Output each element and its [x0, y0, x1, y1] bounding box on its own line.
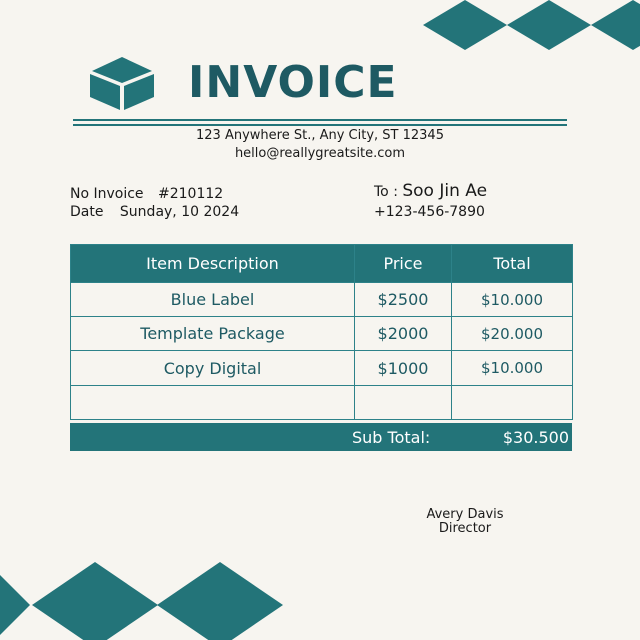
diamond-top-1 [423, 0, 507, 50]
recipient-name: Soo Jin Ae [402, 181, 488, 201]
table-row: Template Package $2000 $20.000 [70, 316, 573, 351]
signatory-title: Director [438, 521, 492, 536]
recipient-to-label: To : [374, 184, 398, 200]
table-row: Copy Digital $1000 $10.000 [70, 350, 573, 386]
diamond-bottom-1 [0, 575, 30, 635]
invoice-date-row: Date Sunday, 10 2024 [70, 203, 239, 221]
item-description: Template Package [70, 316, 355, 351]
signatory-name: Avery Davis [426, 507, 504, 522]
diamond-top-3 [591, 0, 640, 50]
subtotal-bar: Sub Total: $30.500 [70, 423, 572, 451]
invoice-date-value: Sunday, 10 2024 [119, 204, 240, 220]
company-address: 123 Anywhere St., Any City, ST 12345 [196, 128, 444, 143]
diamond-bottom-2 [32, 562, 158, 640]
item-price: $2500 [354, 282, 452, 317]
item-description: Blue Label [70, 282, 355, 317]
invoice-number-label: No Invoice [70, 186, 144, 202]
company-email: hello@reallygreatsite.com [234, 146, 406, 161]
recipient-row: To : Soo Jin Ae [374, 182, 487, 201]
cube-icon [90, 57, 154, 110]
item-total: $10.000 [451, 282, 573, 317]
header-divider-bottom [73, 124, 567, 126]
diamond-bottom-3 [157, 562, 283, 640]
item-description: Copy Digital [70, 350, 355, 386]
items-table: Item Description Price Total Blue Label … [70, 244, 573, 420]
table-header-row: Item Description Price Total [70, 244, 573, 283]
item-price [354, 385, 452, 420]
item-description [70, 385, 355, 420]
invoice-title: INVOICE [188, 57, 398, 108]
column-header-total: Total [451, 244, 573, 283]
column-header-price: Price [354, 244, 452, 283]
invoice-number-value: #210112 [158, 186, 224, 202]
item-total: $10.000 [451, 350, 573, 386]
subtotal-label: Sub Total: [352, 428, 431, 447]
item-price: $1000 [354, 350, 452, 386]
item-total: $20.000 [451, 316, 573, 351]
table-row: Blue Label $2500 $10.000 [70, 282, 573, 317]
item-total [451, 385, 573, 420]
recipient-phone: +123-456-7890 [374, 204, 485, 220]
column-header-description: Item Description [70, 244, 355, 283]
invoice-number-row: No Invoice #210112 [70, 185, 223, 203]
subtotal-value: $30.500 [502, 428, 569, 447]
diamond-top-2 [507, 0, 591, 50]
header-divider-top [73, 119, 567, 121]
invoice-date-label: Date [70, 204, 104, 220]
table-row [70, 385, 573, 420]
item-price: $2000 [354, 316, 452, 351]
